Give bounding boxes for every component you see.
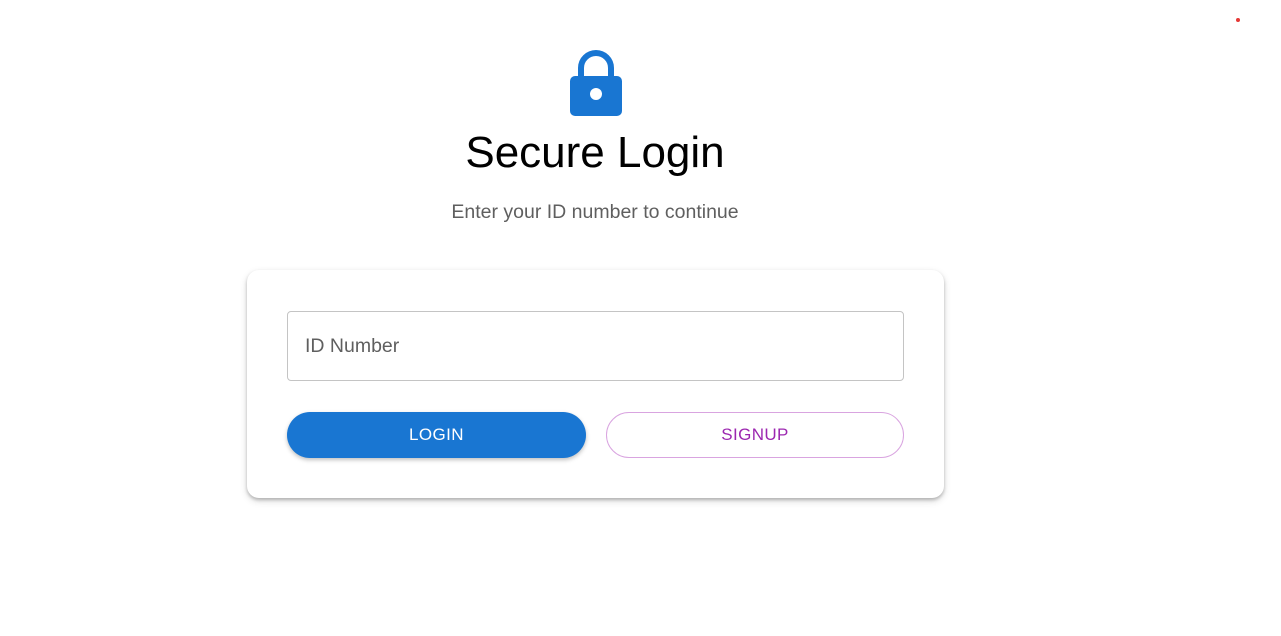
page-subtitle: Enter your ID number to continue (451, 201, 739, 223)
id-number-input[interactable] (287, 311, 904, 381)
page-title: Secure Login (465, 128, 725, 177)
login-card: LOGIN SIGNUP (247, 270, 944, 498)
status-indicator-dot (1236, 18, 1240, 22)
login-button[interactable]: LOGIN (287, 412, 586, 458)
signup-button[interactable]: SIGNUP (606, 412, 904, 458)
login-page: Secure Login Enter your ID number to con… (0, 0, 1281, 636)
lock-icon (569, 48, 623, 116)
